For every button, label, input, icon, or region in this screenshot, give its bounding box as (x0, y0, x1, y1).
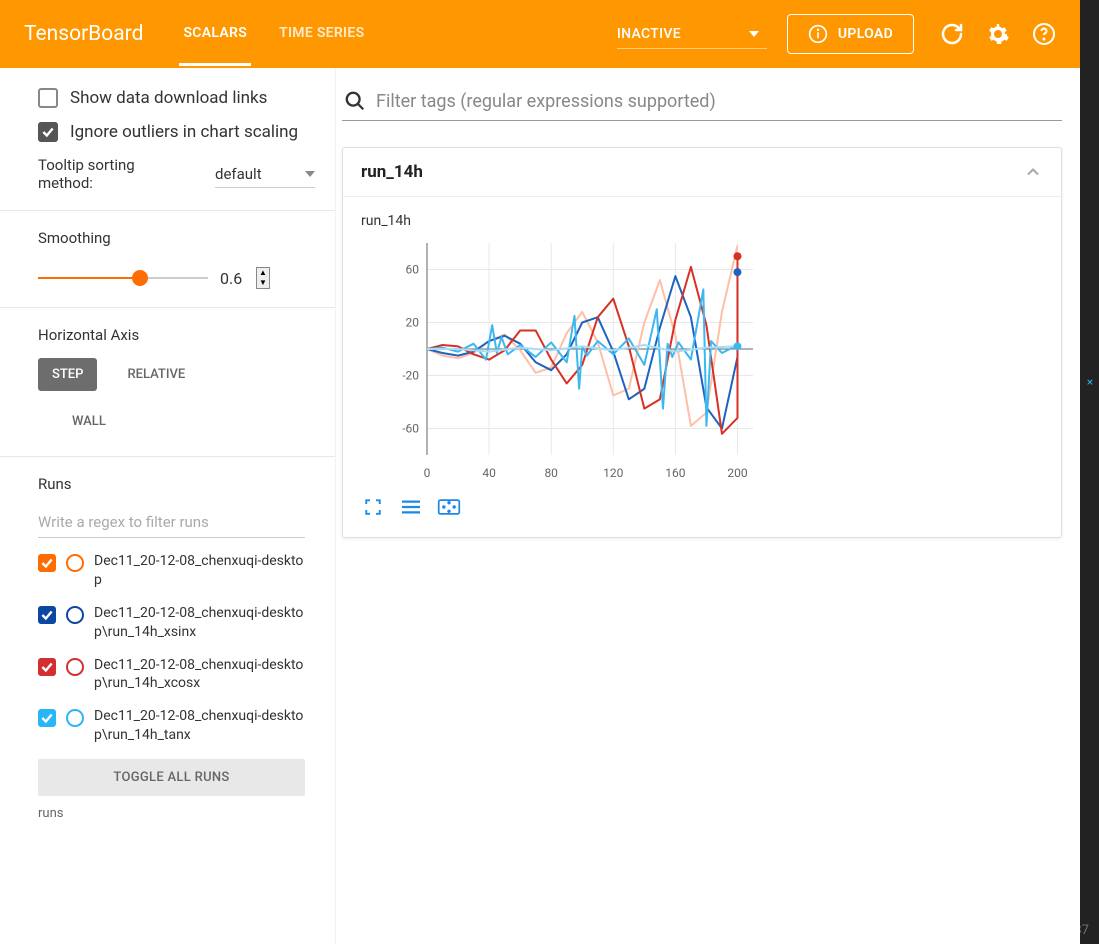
runs-title: Runs (38, 475, 305, 493)
run-item[interactable]: Dec11_20-12-08_chenxuqi-desktop (38, 552, 305, 590)
scalar-card: run_14h run_14h -60 -20 20 60 0 40 80 120 160 200 (342, 147, 1062, 538)
run-item[interactable]: Dec11_20-12-08_chenxuqi-desktop\run_14h_… (38, 604, 305, 642)
search-icon (344, 90, 366, 112)
run-checkbox[interactable] (38, 554, 56, 572)
chevron-down-icon (749, 31, 759, 37)
svg-text:200: 200 (727, 466, 747, 480)
brand: TensorBoard (24, 22, 143, 46)
axis-wall-button[interactable]: WALL (58, 405, 315, 438)
smoothing-slider[interactable] (38, 268, 208, 288)
svg-text:160: 160 (665, 466, 685, 480)
chevron-down-icon (305, 171, 315, 177)
smoothing-stepper[interactable]: ▲▼ (256, 267, 270, 289)
run-checkbox[interactable] (38, 606, 56, 624)
run-checkbox[interactable] (38, 658, 56, 676)
svg-text:-20: -20 (402, 369, 419, 383)
svg-text:-60: -60 (402, 422, 419, 436)
plugin-select-label: INACTIVE (617, 26, 681, 42)
header: TensorBoard SCALARS TIME SERIES INACTIVE… (0, 0, 1080, 68)
tooltip-sort-select[interactable]: default (215, 161, 315, 188)
main-panel: run_14h run_14h -60 -20 20 60 0 40 80 120 160 200 (336, 68, 1080, 944)
chevron-up-icon (1023, 162, 1043, 182)
chart-title: run_14h (361, 213, 1043, 229)
tag-filter (342, 86, 1062, 121)
runs-footer: runs (38, 806, 305, 821)
select-value: default (215, 165, 262, 183)
run-color-swatch (66, 606, 84, 624)
checkbox-label: Ignore outliers in chart scaling (70, 122, 298, 142)
upload-label: UPLOAD (838, 26, 893, 42)
run-name: Dec11_20-12-08_chenxuqi-desktop\run_14h_… (94, 707, 305, 745)
runs-filter-input[interactable] (38, 507, 305, 538)
checkbox-label: Show data download links (70, 88, 267, 108)
svg-text:80: 80 (544, 466, 558, 480)
plugin-select[interactable]: INACTIVE (617, 20, 767, 49)
toggle-y-log-icon[interactable] (399, 497, 423, 517)
svg-text:60: 60 (406, 263, 420, 277)
svg-text:20: 20 (406, 316, 420, 330)
axis-step-button[interactable]: STEP (38, 358, 97, 391)
run-name: Dec11_20-12-08_chenxuqi-desktop (94, 552, 305, 590)
run-color-swatch (66, 658, 84, 676)
tab-time-series[interactable]: TIME SERIES (275, 3, 368, 66)
info-icon (808, 24, 828, 44)
fit-domain-icon[interactable] (437, 497, 461, 517)
help-icon[interactable] (1032, 22, 1056, 46)
nav-tabs: SCALARS TIME SERIES (179, 3, 368, 66)
run-checkbox[interactable] (38, 709, 56, 727)
tab-scalars[interactable]: SCALARS (179, 3, 251, 66)
run-item[interactable]: Dec11_20-12-08_chenxuqi-desktop\run_14h_… (38, 656, 305, 694)
tag-filter-input[interactable] (376, 91, 1060, 112)
gear-icon[interactable] (986, 22, 1010, 46)
svg-text:0: 0 (424, 466, 431, 480)
show-download-links-toggle[interactable]: Show data download links (38, 88, 315, 108)
run-item[interactable]: Dec11_20-12-08_chenxuqi-desktop\run_14h_… (38, 707, 305, 745)
sidebar: Show data download links Ignore outliers… (0, 68, 336, 944)
card-header[interactable]: run_14h (343, 148, 1061, 197)
horizontal-axis-label: Horizontal Axis (38, 326, 315, 344)
ignore-outliers-toggle[interactable]: Ignore outliers in chart scaling (38, 122, 315, 142)
svg-text:120: 120 (603, 466, 623, 480)
checkbox-icon (38, 88, 58, 108)
refresh-icon[interactable] (940, 22, 964, 46)
svg-text:40: 40 (482, 466, 496, 480)
card-title: run_14h (361, 162, 423, 182)
smoothing-label: Smoothing (38, 229, 315, 247)
run-name: Dec11_20-12-08_chenxuqi-desktop\run_14h_… (94, 656, 305, 694)
checkbox-icon (38, 122, 58, 142)
smoothing-value[interactable]: 0.6 (220, 269, 252, 288)
upload-button[interactable]: UPLOAD (787, 14, 914, 54)
axis-relative-button[interactable]: RELATIVE (113, 358, 199, 391)
run-name: Dec11_20-12-08_chenxuqi-desktop\run_14h_… (94, 604, 305, 642)
toggle-all-runs-button[interactable]: TOGGLE ALL RUNS (38, 759, 305, 796)
chart[interactable]: -60 -20 20 60 0 40 80 120 160 200 (361, 235, 763, 485)
run-color-swatch (66, 709, 84, 727)
collapse-handle[interactable]: × (1081, 370, 1099, 394)
run-color-swatch (66, 554, 84, 572)
fullscreen-icon[interactable] (361, 497, 385, 517)
tooltip-sort-label: Tooltip sorting method: (38, 156, 158, 192)
